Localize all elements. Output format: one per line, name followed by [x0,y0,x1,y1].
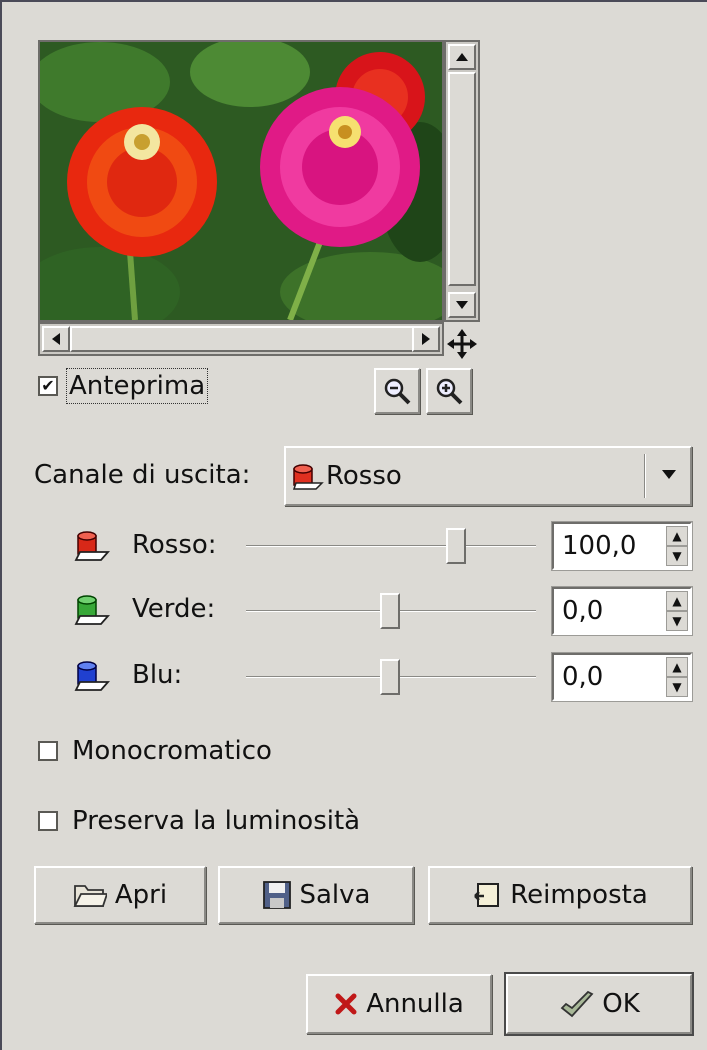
scroll-left-icon[interactable] [42,326,70,352]
horizontal-scroll-thumb[interactable] [70,326,414,352]
zoom-in-button[interactable] [426,368,472,414]
preview-toggle[interactable]: ✔ Anteprima [38,368,209,404]
open-button[interactable]: Apri [34,866,206,924]
output-channel-label: Canale di uscita: [34,460,251,490]
preview-vertical-scrollbar[interactable] [444,40,480,322]
preview-checkbox[interactable]: ✔ [38,376,58,396]
zoom-out-icon [384,378,411,405]
red-channel-label: Rosso: [132,530,217,560]
red-slider-thumb[interactable] [446,528,466,564]
save-button[interactable]: Salva [218,866,414,924]
zoom-in-icon [436,378,463,405]
blue-slider-thumb[interactable] [380,659,400,695]
chevron-down-icon [662,470,676,479]
channel-green-icon [74,595,110,625]
save-button-label: Salva [299,880,371,910]
spin-up-icon[interactable]: ▲ [666,526,688,546]
output-channel-dropdown[interactable]: Rosso [284,446,692,506]
green-value: 0,0 [562,596,604,626]
cancel-button[interactable]: Annulla [306,974,492,1034]
move-cross-icon[interactable] [446,328,478,360]
blue-value: 0,0 [562,662,604,692]
folder-open-icon [73,885,107,907]
channel-blue-icon [74,661,110,691]
ok-button[interactable]: OK [504,972,694,1036]
ok-button-label: OK [602,989,640,1019]
channel-red-icon [74,531,110,561]
vertical-scroll-thumb[interactable] [448,72,476,286]
blue-channel-label: Blu: [132,660,183,690]
spin-down-icon[interactable]: ▼ [666,611,688,631]
close-icon [335,993,357,1015]
dropdown-separator [644,454,646,498]
monochrome-label: Monocromatico [72,736,272,766]
monochrome-option[interactable]: Monocromatico [38,736,272,766]
channel-red-icon [292,464,324,490]
spin-up-icon[interactable]: ▲ [666,657,688,677]
monochrome-checkbox[interactable] [38,741,58,761]
spin-down-icon[interactable]: ▼ [666,546,688,566]
ok-check-icon [560,990,594,1018]
floppy-disk-icon [262,881,291,909]
green-slider-thumb[interactable] [380,593,400,629]
reset-button-label: Reimposta [510,880,648,910]
blue-value-spinbox[interactable]: 0,0 ▲ ▼ [551,652,693,702]
zoom-out-button[interactable] [374,368,420,414]
red-value-spinbox[interactable]: 100,0 ▲ ▼ [551,521,693,571]
spin-down-icon[interactable]: ▼ [666,677,688,697]
cancel-button-label: Annulla [366,989,464,1019]
preserve-luminosity-checkbox[interactable] [38,811,58,831]
green-value-spinbox[interactable]: 0,0 ▲ ▼ [551,586,693,636]
output-channel-value: Rosso [326,461,402,491]
preview-image[interactable] [38,40,444,322]
reset-button[interactable]: Reimposta [428,866,692,924]
green-channel-label: Verde: [132,594,216,624]
red-slider-track[interactable] [246,545,536,547]
preserve-luminosity-option[interactable]: Preserva la luminosità [38,806,360,836]
red-value: 100,0 [562,531,637,561]
reset-icon [474,883,500,907]
preserve-luminosity-label: Preserva la luminosità [72,806,361,836]
preview-checkbox-label: Anteprima [66,368,209,404]
preview-horizontal-scrollbar[interactable] [38,322,444,356]
scroll-up-icon[interactable] [448,44,476,70]
spin-up-icon[interactable]: ▲ [666,591,688,611]
scroll-down-icon[interactable] [448,292,476,318]
scroll-right-icon[interactable] [412,326,440,352]
open-button-label: Apri [114,880,168,910]
